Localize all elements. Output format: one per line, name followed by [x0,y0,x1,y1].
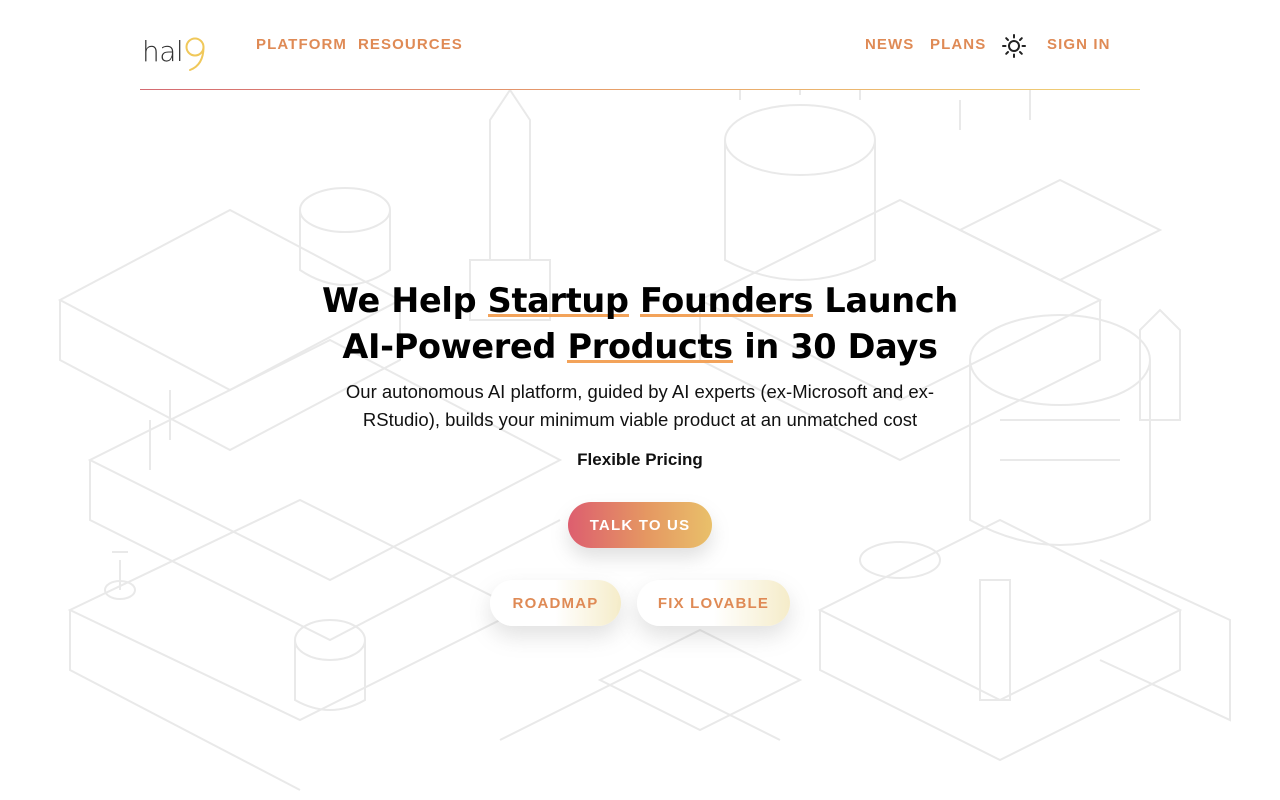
hero-section: We Help Startup Founders Launch AI-Power… [0,278,1280,470]
logo[interactable]: hal [142,26,206,71]
fix-lovable-button[interactable]: FIX LOVABLE [637,580,790,626]
nav-resources[interactable]: RESOURCES [358,36,463,53]
site-header: hal PLATFORM RESOURCES NEWS PLANS SIGN I… [140,0,1140,90]
headline-highlight-products: Products [567,327,733,368]
headline-text: Launch [813,281,958,320]
headline-text: in 30 Days [732,327,938,366]
headline-highlight-founders: Founders [640,281,814,322]
sun-icon[interactable] [1001,33,1027,59]
roadmap-button[interactable]: ROADMAP [490,580,621,626]
nav-plans[interactable]: PLANS [930,36,986,53]
headline-text: AI-Powered [342,327,568,366]
hero-headline: We Help Startup Founders Launch AI-Power… [0,278,1280,370]
hero-subtitle: Our autonomous AI platform, guided by AI… [345,381,935,430]
pricing-label: Flexible Pricing [577,450,703,469]
nav-news[interactable]: NEWS [865,36,914,53]
headline-text [629,281,640,320]
sign-in-link[interactable]: SIGN IN [1047,36,1111,53]
logo-nine-mark [185,37,205,71]
logo-text: hal [142,35,184,68]
header-divider [140,89,1140,90]
nav-platform[interactable]: PLATFORM [256,36,347,53]
talk-to-us-button[interactable]: TALK TO US [568,502,712,548]
headline-highlight-startup: Startup [487,281,629,322]
headline-text: We Help [322,281,488,320]
